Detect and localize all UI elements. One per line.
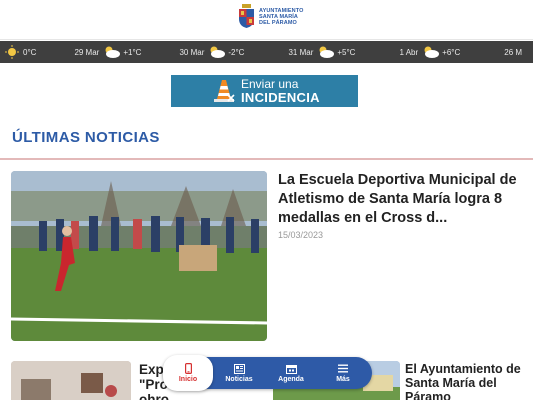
partly-cloudy-icon xyxy=(422,45,440,59)
nav-news[interactable]: Noticias xyxy=(213,357,265,389)
logo-line-2: SANTA MARÍA xyxy=(259,13,298,20)
nav-agenda-label: Agenda xyxy=(278,376,304,383)
weather-day-5: 26 M xyxy=(460,41,522,63)
nav-more[interactable]: Más xyxy=(317,357,369,389)
news-image[interactable] xyxy=(11,361,131,400)
weather-temp: +6°C xyxy=(442,47,461,57)
weather-day-0: 0°C xyxy=(3,41,36,63)
weather-strip: 0°C 29 Mar +1°C 30 Mar -2°C 31 Mar +5°C … xyxy=(0,41,533,63)
logo-line-1: AYUNTAMIENTO xyxy=(259,7,304,14)
logo-text: AYUNTAMIENTO SANTA MARÍA DEL PÁRAMO xyxy=(259,8,304,26)
news-image[interactable] xyxy=(11,171,267,341)
nav-news-label: Noticias xyxy=(225,376,253,383)
partly-cloudy-icon xyxy=(208,45,226,59)
phone-icon xyxy=(184,363,192,374)
weather-date: 1 Abr xyxy=(399,47,419,57)
weather-date: 30 Mar xyxy=(179,47,205,57)
weather-date: 29 Mar xyxy=(74,47,100,57)
traffic-cone-icon xyxy=(211,78,237,104)
news-title-line: ohro xyxy=(139,392,169,400)
section-divider xyxy=(0,158,533,160)
weather-day-1: 29 Mar +1°C xyxy=(36,41,141,63)
municipality-logo[interactable]: AYUNTAMIENTO SANTA MARÍA DEL PÁRAMO xyxy=(238,4,304,29)
weather-temp: 0°C xyxy=(23,47,37,57)
site-header: AYUNTAMIENTO SANTA MARÍA DEL PÁRAMO xyxy=(0,0,533,40)
newspaper-icon xyxy=(233,363,245,374)
sun-icon xyxy=(3,45,21,59)
news-title[interactable]: La Escuela Deportiva Municipal de Atleti… xyxy=(278,171,528,228)
section-title: ÚLTIMAS NOTICIAS xyxy=(12,129,160,146)
weather-date: 26 M xyxy=(504,47,523,57)
weather-day-3: 31 Mar +5°C xyxy=(244,41,355,63)
news-card-main[interactable]: La Escuela Deportiva Municipal de Atleti… xyxy=(11,171,533,343)
nav-agenda[interactable]: Agenda xyxy=(265,357,317,389)
weather-temp: +5°C xyxy=(337,47,356,57)
weather-day-2: 30 Mar -2°C xyxy=(141,41,244,63)
nav-home-label: Inicio xyxy=(178,376,198,383)
weather-temp: +1°C xyxy=(123,47,142,57)
report-incident-line-2: INCIDENCIA xyxy=(241,90,320,105)
weather-day-4: 1 Abr +6°C xyxy=(355,41,460,63)
logo-line-3: DEL PÁRAMO xyxy=(259,19,297,26)
nav-more-label: Más xyxy=(336,376,350,383)
report-incident-label: Enviar una INCIDENCIA xyxy=(241,78,320,105)
partly-cloudy-icon xyxy=(103,45,121,59)
coat-of-arms-icon xyxy=(238,4,255,29)
bottom-navigation: Inicio Noticias Agenda Más xyxy=(163,355,372,391)
news-date: 15/03/2023 xyxy=(278,230,324,240)
weather-date: 31 Mar xyxy=(288,47,314,57)
news-title[interactable]: El Ayuntamiento de Santa María del Páram… xyxy=(405,362,530,400)
report-incident-button[interactable]: Enviar una INCIDENCIA xyxy=(171,75,358,107)
partly-cloudy-icon xyxy=(317,45,335,59)
nav-home[interactable]: Inicio xyxy=(163,355,213,391)
menu-icon xyxy=(338,363,348,374)
weather-temp: -2°C xyxy=(228,47,245,57)
calendar-icon xyxy=(285,363,297,374)
